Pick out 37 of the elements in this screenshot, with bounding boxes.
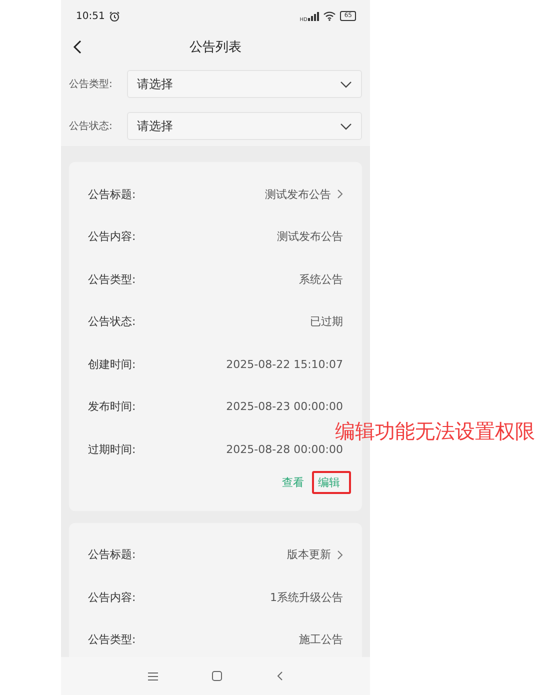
field-value: 已过期 — [310, 314, 343, 330]
wifi-icon — [323, 11, 336, 21]
field-value: 施工公告 — [299, 632, 343, 648]
menu-icon[interactable] — [148, 672, 158, 680]
select-field[interactable]: 请选择 — [127, 70, 362, 98]
field-value: 测试发布公告 — [277, 229, 343, 244]
field-label: 公告类型: — [88, 272, 136, 287]
field-value: 2025-08-28 00:00:00 — [226, 442, 343, 456]
field-label: 公告类型: — [88, 632, 136, 648]
annotation-text: 编辑功能无法设置权限 — [335, 418, 535, 444]
status-time: 10:51 — [76, 10, 105, 22]
filter-label: 公告类型: — [69, 78, 114, 91]
page-title: 公告列表 — [190, 39, 242, 56]
field-label: 公告标题: — [88, 547, 136, 562]
field-label: 公告状态: — [88, 314, 136, 330]
chevron-right-icon[interactable] — [337, 189, 343, 200]
field-label: 公告标题: — [88, 186, 136, 202]
field-label: 公告内容: — [88, 229, 136, 244]
field-value[interactable]: 版本更新 — [287, 547, 331, 562]
home-icon[interactable] — [212, 671, 222, 681]
signal-icon — [308, 12, 320, 20]
filter-label: 公告状态: — [69, 120, 114, 133]
field-value: 系统公告 — [299, 272, 343, 287]
field-label: 创建时间: — [88, 356, 136, 372]
chevron-down-icon — [340, 122, 352, 130]
chevron-down-icon — [340, 80, 352, 88]
chevron-right-icon[interactable] — [337, 550, 343, 560]
field-label: 发布时间: — [88, 399, 136, 414]
field-label: 过期时间: — [88, 442, 136, 457]
field-value: 1系统升级公告 — [270, 590, 343, 605]
field-value[interactable]: 测试发布公告 — [265, 186, 331, 202]
select-field[interactable]: 请选择 — [127, 112, 362, 140]
alarm-clock-icon — [108, 10, 120, 22]
field-value: 2025-08-23 00:00:00 — [226, 400, 343, 414]
field-value: 2025-08-22 15:10:07 — [226, 358, 343, 371]
field-label: 公告内容: — [88, 590, 136, 605]
back-icon[interactable] — [73, 40, 82, 54]
